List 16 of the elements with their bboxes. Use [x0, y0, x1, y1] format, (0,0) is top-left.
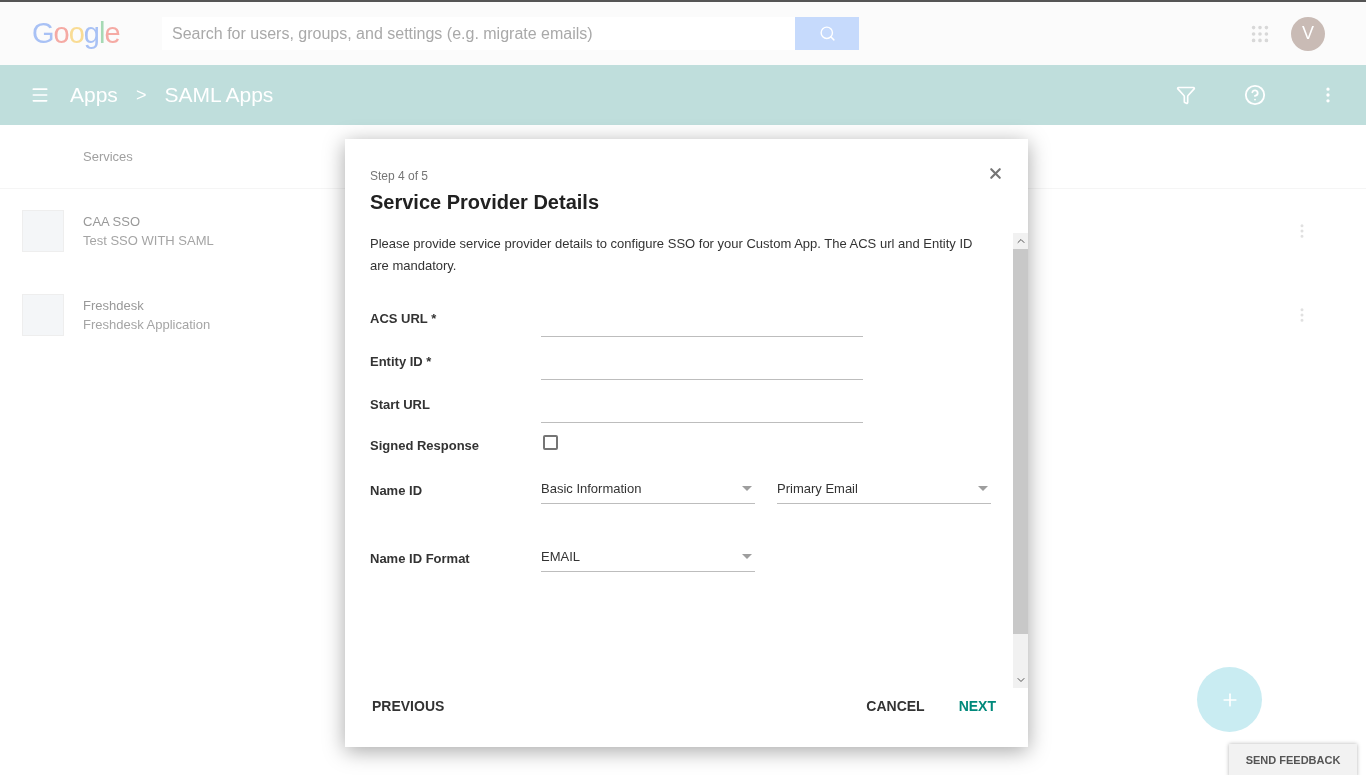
dialog-title: Service Provider Details — [370, 190, 600, 215]
step-indicator: Step 4 of 5 — [370, 168, 430, 185]
field-label: Signed Response — [370, 437, 481, 456]
google-logo: Google — [32, 15, 121, 51]
field-label: Entity ID * — [370, 352, 433, 371]
app-name: Freshdesk — [83, 296, 145, 315]
app-name: CAA SSO — [83, 212, 142, 231]
field-label: Name ID — [370, 482, 424, 500]
app-description: Freshdesk Application — [83, 316, 211, 334]
breadcrumb-separator: > — [135, 83, 147, 107]
field-label: Name ID Format — [370, 550, 471, 568]
field-label: ACS URL * — [370, 309, 438, 328]
dialog-description: Please provide service provider details to configure SSO for your Custom App. The ACS url and Entity ID are mandatory. — [370, 235, 974, 275]
app-description: Test SSO WITH SAML — [83, 232, 214, 250]
field-label: Start URL — [370, 395, 431, 414]
column-heading: Services — [83, 147, 133, 166]
